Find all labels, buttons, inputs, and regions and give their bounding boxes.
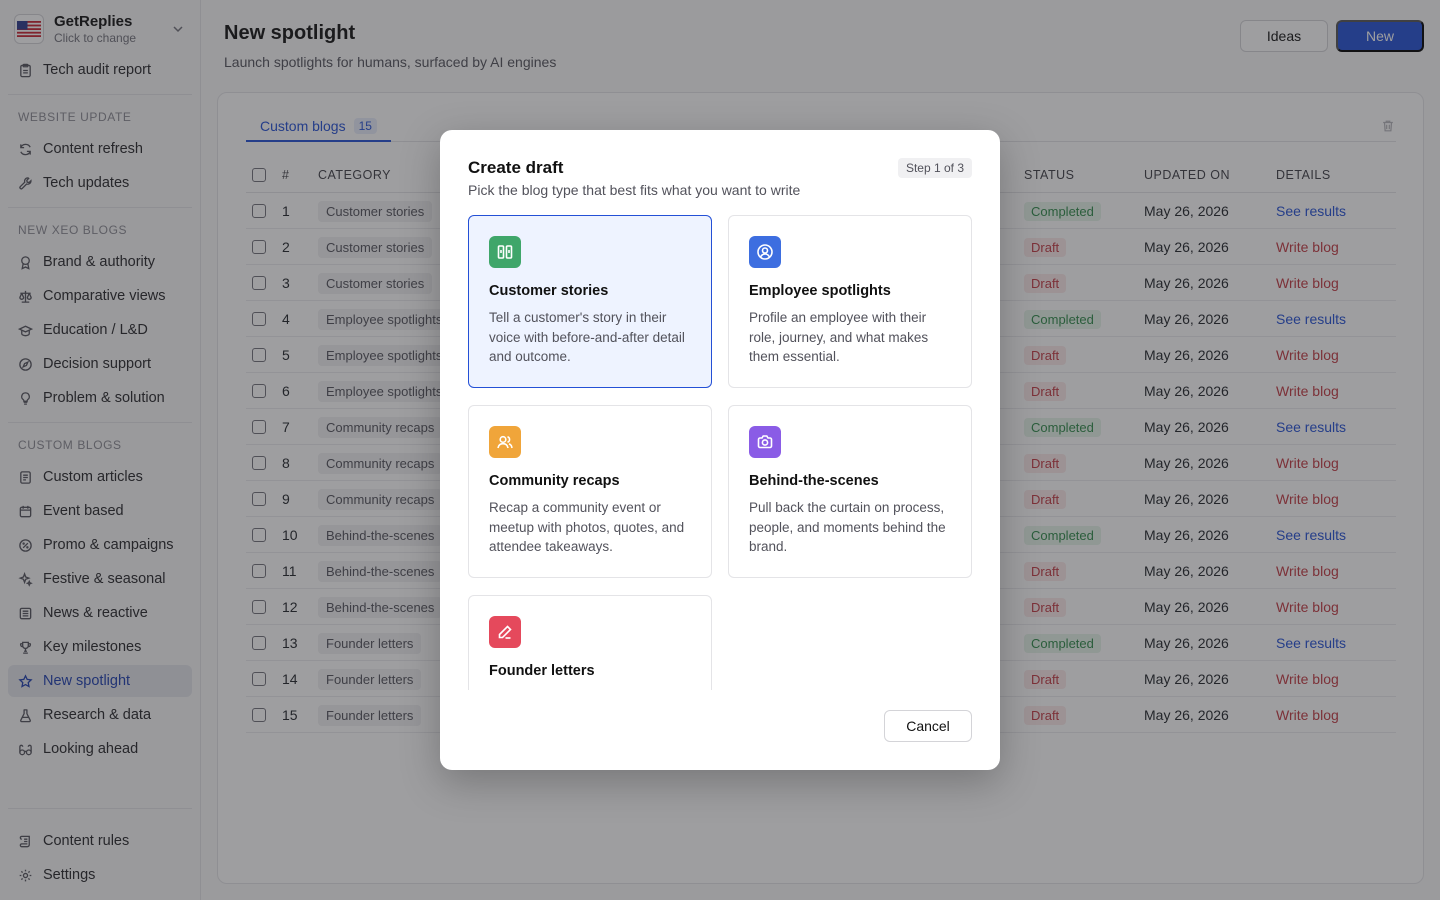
option-title: Community recaps [489,473,620,489]
modal-subtitle: Pick the blog type that best fits what y… [468,182,801,198]
option-customer-stories[interactable]: Customer stories Tell a customer's story… [468,215,712,388]
option-title: Behind-the-scenes [749,473,879,489]
option-community-recaps[interactable]: Community recaps Recap a community event… [468,405,712,578]
step-badge: Step 1 of 3 [897,158,972,178]
cancel-button[interactable]: Cancel [884,710,972,742]
users-icon [489,426,521,458]
option-behind-the-scenes[interactable]: Behind-the-scenes Pull back the curtain … [728,405,972,578]
modal-title: Create draft [468,158,564,177]
option-title: Employee spotlights [749,283,891,299]
create-draft-modal: Create draft Pick the blog type that bes… [440,130,1000,770]
option-description: Profile an employee with their role, jou… [749,310,929,364]
blog-type-options[interactable]: Customer stories Tell a customer's story… [468,215,972,690]
option-description: Tell a customer's story in their voice w… [489,310,685,364]
quote-icon [489,236,521,268]
option-description: Pull back the curtain on process, people… [749,500,946,554]
option-description: Recap a community event or meetup with p… [489,500,685,554]
pen-icon [489,616,521,648]
option-title: Founder letters [489,663,595,679]
camera-icon [749,426,781,458]
option-title: Customer stories [489,283,609,299]
user-circle-icon [749,236,781,268]
option-founder-letters[interactable]: Founder letters [468,595,712,690]
option-employee-spotlights[interactable]: Employee spotlights Profile an employee … [728,215,972,388]
